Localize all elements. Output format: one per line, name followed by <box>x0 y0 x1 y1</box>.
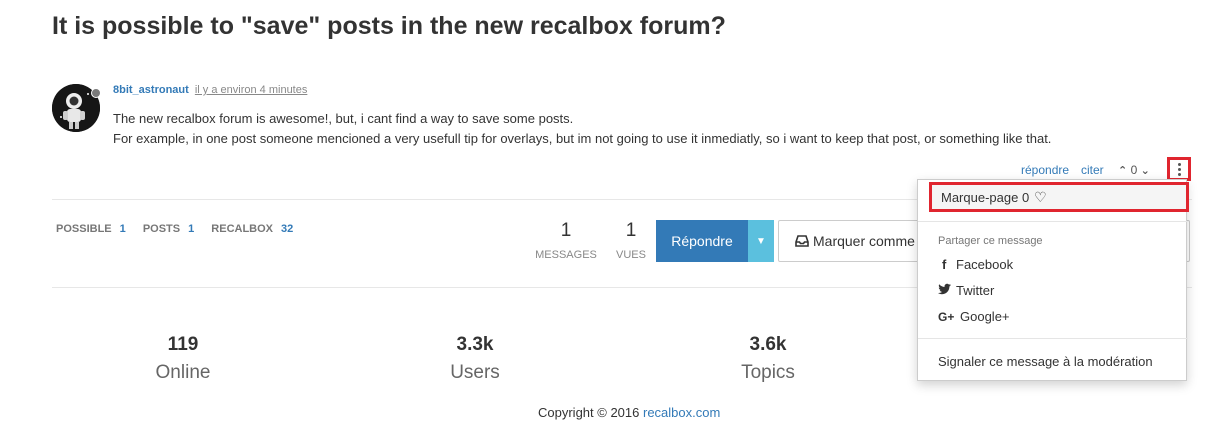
topics-count: 3.6k <box>749 334 787 355</box>
flag-post-label: Signaler ce message à la modération <box>938 354 1153 369</box>
reply-options-button[interactable]: ▼ <box>748 220 774 262</box>
copyright-text: Copyright © 2016 <box>538 405 640 420</box>
post-tools: répondre citer ⌃ 0 ⌄ <box>0 160 1210 180</box>
tag-item[interactable]: RECALBOX <box>211 223 273 235</box>
messages-count: 1 <box>560 220 572 241</box>
tag-item[interactable]: POSSIBLE <box>56 223 112 235</box>
users-stat: 3.3k Users <box>375 334 575 384</box>
tag-count: 1 <box>188 223 195 235</box>
topics-stat: 3.6k Topics <box>668 334 868 384</box>
share-header: Partager ce message <box>938 235 1043 247</box>
share-google[interactable]: G+ Google+ <box>938 309 1010 324</box>
share-facebook-label: Facebook <box>956 257 1014 272</box>
tag-item[interactable]: POSTS <box>143 223 180 235</box>
twitter-icon <box>938 283 956 298</box>
users-label: Users <box>450 362 500 383</box>
vote-controls: ⌃ 0 ⌄ <box>1118 163 1150 177</box>
messages-label: MESSAGES <box>535 249 597 261</box>
vote-count: 0 <box>1130 163 1138 177</box>
chevron-down-icon[interactable]: ⌄ <box>1141 165 1150 177</box>
topics-label: Topics <box>741 362 795 383</box>
messages-stat: 1 MESSAGES <box>530 220 602 261</box>
online-count: 119 <box>167 334 199 355</box>
heart-icon: ♡ <box>1034 188 1047 205</box>
menu-divider <box>918 221 1188 222</box>
share-google-label: Google+ <box>960 309 1010 324</box>
username-link[interactable]: 8bit_astronaut <box>113 84 189 96</box>
views-label: VUES <box>616 249 646 261</box>
bookmark-label: Marque-page 0 <box>941 189 1030 205</box>
bookmark-menu-item[interactable]: Marque-page 0 ♡ <box>929 182 1189 212</box>
users-count: 3.3k <box>456 334 494 355</box>
footer: Copyright © 2016 recalbox.com <box>538 405 720 420</box>
post-content: The new recalbox forum is awesome!, but,… <box>113 109 1051 149</box>
share-twitter-label: Twitter <box>956 283 995 298</box>
online-label: Online <box>155 362 211 383</box>
status-indicator <box>91 88 101 98</box>
inbox-icon <box>795 235 809 247</box>
flag-post-item[interactable]: Signaler ce message à la modération <box>938 354 1153 369</box>
tag-count: 1 <box>119 223 126 235</box>
caret-down-icon: ▼ <box>756 235 766 247</box>
facebook-icon: f <box>942 257 947 272</box>
tag-list: POSSIBLE 1 POSTS 1 RECALBOX 32 <box>56 223 307 235</box>
reply-button[interactable]: Répondre <box>656 220 748 262</box>
topic-title: It is possible to "save" posts in the ne… <box>52 12 726 40</box>
chevron-up-icon[interactable]: ⌃ <box>1118 165 1127 177</box>
reply-link[interactable]: répondre <box>1021 163 1069 177</box>
post-menu-dropdown: Marque-page 0 ♡ Partager ce message f Fa… <box>917 179 1189 381</box>
online-stat: 119 Online <box>83 334 283 384</box>
menu-divider <box>918 338 1188 339</box>
post-line: For example, in one post someone mencion… <box>113 131 1052 146</box>
google-plus-icon: G+ <box>938 309 955 324</box>
more-vert-icon <box>1177 162 1181 177</box>
post-menu-button[interactable] <box>1167 157 1191 181</box>
views-count: 1 <box>625 220 637 241</box>
post-timestamp[interactable]: il y a environ 4 minutes <box>195 84 308 96</box>
share-facebook[interactable]: f Facebook <box>938 257 1013 272</box>
footer-link[interactable]: recalbox.com <box>643 405 720 420</box>
share-twitter[interactable]: Twitter <box>938 283 994 298</box>
quote-link[interactable]: citer <box>1081 163 1104 177</box>
post-line: The new recalbox forum is awesome!, but,… <box>113 111 574 126</box>
tag-count: 32 <box>281 223 294 235</box>
post-meta: 8bit_astronaut il y a environ 4 minutes <box>113 84 307 96</box>
views-stat: 1 VUES <box>612 220 650 261</box>
